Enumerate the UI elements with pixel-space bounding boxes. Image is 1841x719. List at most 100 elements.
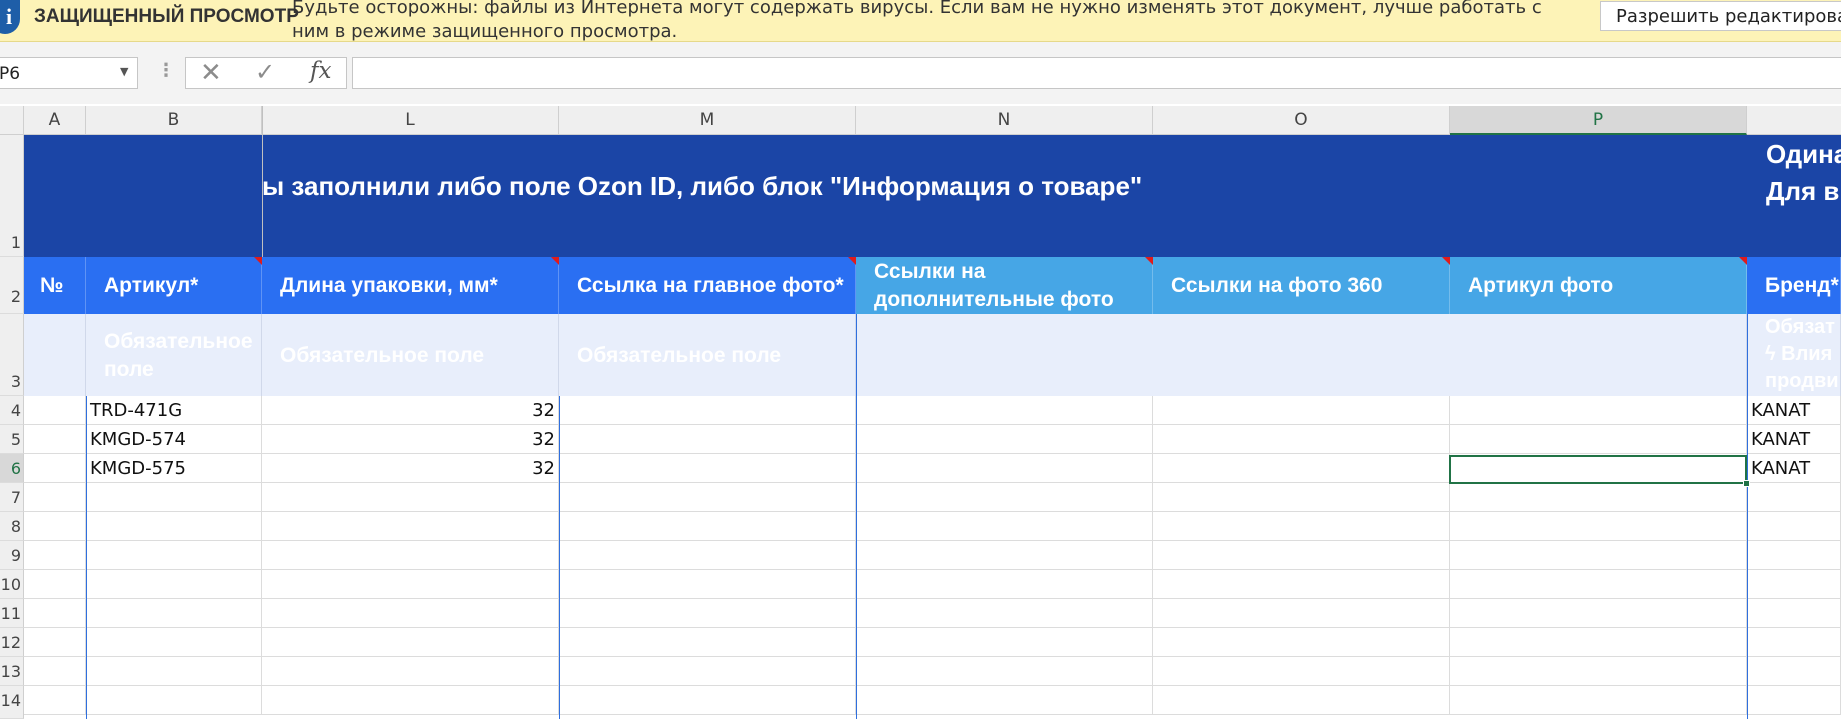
grid-cell[interactable] [24,483,86,512]
grid-cell[interactable] [24,599,86,628]
grid-cell[interactable] [1450,541,1747,570]
column-header-q[interactable] [1747,106,1841,135]
comment-indicator[interactable] [551,257,559,265]
row-header-12[interactable]: 12 [0,628,24,657]
header-additional-photos[interactable]: Ссылки на дополнительные фото [856,257,1153,314]
cell-l6[interactable]: 32 [262,454,559,483]
grid-cell[interactable] [1450,483,1747,512]
grid-cell[interactable] [262,657,559,686]
row-header-6[interactable]: 6 [0,454,24,483]
grid-cell[interactable] [1747,570,1841,599]
column-header-p[interactable]: P [1450,106,1747,135]
grid-cell[interactable] [24,454,86,483]
grid-cell[interactable] [559,628,856,657]
grid-cell[interactable] [1153,425,1450,454]
grid-cell[interactable] [1153,686,1450,715]
grid-cell[interactable] [856,512,1153,541]
grid-cell[interactable] [1450,657,1747,686]
grid-cell[interactable] [24,686,86,715]
grid-cell[interactable] [1747,657,1841,686]
grid-cell[interactable] [24,570,86,599]
fill-handle[interactable] [1743,480,1750,487]
grid-cell[interactable] [262,686,559,715]
grid-cell[interactable] [559,570,856,599]
comment-indicator[interactable] [848,257,856,265]
hint-cell-l[interactable]: Обязательное поле [262,314,559,396]
column-header-n[interactable]: N [856,106,1153,135]
grid-cell[interactable] [1747,512,1841,541]
grid-cell[interactable] [856,425,1153,454]
row-header-3[interactable]: 3 [0,314,24,396]
row-header-13[interactable]: 13 [0,657,24,686]
grid-cell[interactable] [86,686,262,715]
grid-cell[interactable] [86,657,262,686]
insert-function-icon[interactable]: fx [310,58,331,84]
select-all-corner[interactable] [0,106,24,135]
hint-cell-a[interactable] [24,314,86,396]
grid-cell[interactable] [856,483,1153,512]
drag-handle-icon[interactable]: ⋮ [157,60,175,81]
header-article[interactable]: Артикул* [86,257,262,314]
grid-cell[interactable] [856,454,1153,483]
name-box[interactable]: P6 [0,57,138,89]
cancel-icon[interactable]: ✕ [200,58,222,88]
grid-cell[interactable] [1153,657,1450,686]
grid-cell[interactable] [856,628,1153,657]
grid-cell[interactable] [856,657,1153,686]
row-header-10[interactable]: 10 [0,570,24,599]
grid-cell[interactable] [559,541,856,570]
grid-cell[interactable] [24,512,86,541]
grid-cell[interactable] [559,599,856,628]
grid-cell[interactable] [559,686,856,715]
grid-cell[interactable] [24,396,86,425]
grid-cell[interactable] [1450,570,1747,599]
hint-cell-nop[interactable] [856,314,1747,396]
grid-cell[interactable] [1153,570,1450,599]
grid-cell[interactable] [1153,483,1450,512]
grid-cell[interactable] [1153,599,1450,628]
comment-indicator[interactable] [1442,257,1450,265]
column-header-a[interactable]: A [24,106,86,135]
grid-cell[interactable] [1747,599,1841,628]
grid-cell[interactable] [1450,628,1747,657]
header-package-length[interactable]: Длина упаковки, мм* [262,257,559,314]
grid-cell[interactable] [262,628,559,657]
grid-cell[interactable] [856,570,1153,599]
grid-cell[interactable] [559,454,856,483]
cell-q5[interactable]: KANAT [1747,425,1841,454]
grid-cell[interactable] [86,483,262,512]
grid-cell[interactable] [1450,512,1747,541]
grid-cell[interactable] [262,570,559,599]
cell-q6[interactable]: KANAT [1747,454,1841,483]
grid-cell[interactable] [86,570,262,599]
active-cell-selection[interactable] [1449,455,1747,484]
cell-b6[interactable]: KMGD-575 [86,454,262,483]
header-photo-360[interactable]: Ссылки на фото 360 [1153,257,1450,314]
grid-cell[interactable] [1153,541,1450,570]
grid-cell[interactable] [86,628,262,657]
grid-cell[interactable] [86,599,262,628]
grid-cell[interactable] [1153,512,1450,541]
grid-cell[interactable] [1747,483,1841,512]
grid-cell[interactable] [559,396,856,425]
chevron-down-icon[interactable]: ▼ [120,65,128,78]
cell-l5[interactable]: 32 [262,425,559,454]
row-header-8[interactable]: 8 [0,512,24,541]
comment-indicator[interactable] [1739,257,1747,265]
hint-cell-b[interactable]: Обязательное поле [86,314,262,396]
grid-cell[interactable] [856,686,1153,715]
grid-cell[interactable] [559,512,856,541]
header-brand[interactable]: Бренд* [1747,257,1841,314]
grid-cell[interactable] [1450,396,1747,425]
column-header-o[interactable]: O [1153,106,1450,135]
comment-indicator[interactable] [1145,257,1153,265]
grid-cell[interactable] [24,628,86,657]
row-header-1[interactable]: 1 [0,135,24,257]
grid-cell[interactable] [856,396,1153,425]
grid-cell[interactable] [1747,686,1841,715]
grid-cell[interactable] [24,425,86,454]
row-header-9[interactable]: 9 [0,541,24,570]
header-main-photo[interactable]: Ссылка на главное фото* [559,257,856,314]
grid-cell[interactable] [856,541,1153,570]
grid-cell[interactable] [262,599,559,628]
